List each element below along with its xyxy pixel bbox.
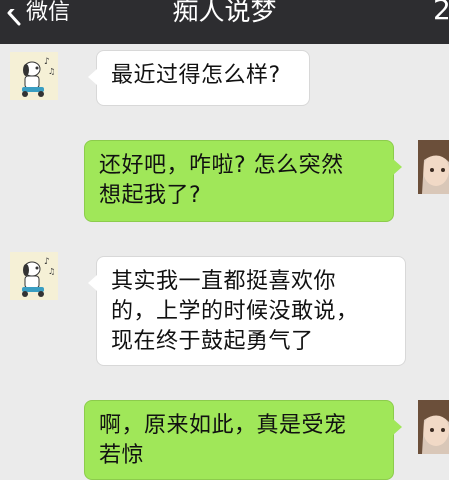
chat-area: ♪ ♫ 最近过得怎么样? 还好吧，咋啦? 怎么突然 想起我了? ♪ ♫ 其实我一… — [0, 44, 449, 480]
profile-button[interactable]: 2 — [433, 0, 449, 32]
svg-text:♪: ♪ — [44, 57, 50, 67]
message-text: 最近过得怎么样? — [111, 63, 281, 88]
message-text: 其实我一直都挺喜欢你 的，上学的时候没敢说， 现在终于鼓起勇气了 — [111, 269, 359, 354]
chat-title: 痴人说梦 — [172, 0, 277, 27]
svg-text:♫: ♫ — [48, 67, 55, 76]
message-bubble-sent[interactable]: 啊，原来如此，真是受宠 若惊 — [84, 400, 402, 480]
user-avatar[interactable] — [418, 400, 449, 454]
message-bubble-sent[interactable]: 还好吧，咋啦? 怎么突然 想起我了? — [84, 140, 402, 222]
user-avatar[interactable] — [418, 140, 449, 194]
message-bubble-received[interactable]: 其实我一直都挺喜欢你 的，上学的时候没敢说， 现在终于鼓起勇气了 — [88, 256, 406, 366]
svg-text:♫: ♫ — [48, 267, 55, 276]
message-text: 还好吧，咋啦? 怎么突然 想起我了? — [99, 153, 344, 208]
snoopy-avatar-icon[interactable]: ♪ ♫ — [10, 252, 58, 300]
nav-bar: 微信 痴人说梦 2 — [0, 0, 449, 44]
svg-text:♪: ♪ — [44, 257, 50, 267]
message-bubble-received[interactable]: 最近过得怎么样? — [88, 50, 310, 106]
message-text: 啊，原来如此，真是受宠 若惊 — [99, 413, 347, 468]
snoopy-avatar-icon[interactable]: ♪ ♫ — [10, 52, 58, 100]
